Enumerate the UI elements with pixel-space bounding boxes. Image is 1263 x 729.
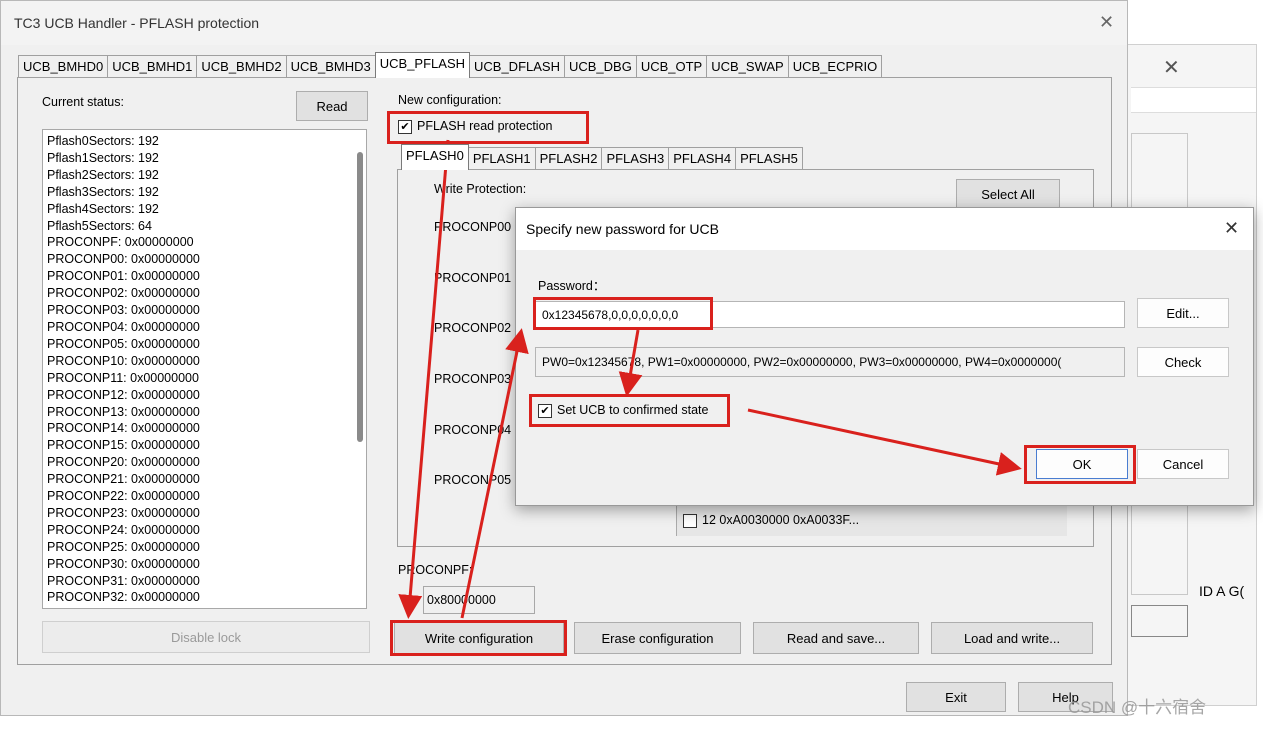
tab-ucb-bmhd0[interactable]: UCB_BMHD0 — [18, 55, 109, 78]
status-line: PROCONP32: 0x00000000 — [47, 590, 200, 605]
status-list[interactable]: Pflash0Sectors: 192 Pflash1Sectors: 192 Pf… — [42, 129, 367, 609]
status-line: PROCONP11: 0x00000000 — [47, 370, 199, 385]
proconpf-field[interactable]: 0x80000000 — [423, 586, 535, 614]
tab-ucb-otp[interactable]: UCB_OTP — [635, 55, 708, 78]
status-line: PROCONP21: 0x00000000 — [47, 472, 200, 487]
tab-ucb-dbg[interactable]: UCB_DBG — [563, 55, 637, 78]
tab-ucb-pflash[interactable]: UCB_PFLASH — [374, 52, 470, 78]
status-line: PROCONP04: 0x00000000 — [47, 319, 200, 334]
close-icon[interactable]: ✕ — [1099, 12, 1114, 33]
status-line: PROCONP22: 0x00000000 — [47, 489, 200, 504]
status-line: PROCONP14: 0x00000000 — [47, 421, 200, 436]
confirmed-state-checkbox[interactable]: ✔ Set UCB to confirmed state — [538, 403, 708, 418]
sector-row[interactable]: 12 0xA0030000 0xA0033F... — [683, 513, 859, 528]
title-bar: TC3 UCB Handler - PFLASH protection ✕ — [1, 1, 1127, 45]
tab-pflash2[interactable]: PFLASH2 — [534, 147, 603, 170]
status-lines: Pflash0Sectors: 192 Pflash1Sectors: 192 Pf… — [43, 130, 366, 606]
edit-button[interactable]: Edit... — [1137, 298, 1229, 328]
status-line: PROCONP24: 0x00000000 — [47, 522, 200, 537]
proconp04-label: PROCONP04 — [434, 423, 512, 437]
status-line: Pflash1Sectors: 192 — [47, 150, 159, 165]
watermark: CSDN @十六宿舍 — [1068, 698, 1207, 717]
tab-pflash5[interactable]: PFLASH5 — [735, 147, 803, 170]
current-status-label: Current status: — [42, 95, 124, 109]
proconpf-label: PROCONPF: — [398, 563, 473, 577]
password-dialog: Specify new password for UCB ✕ Password：… — [515, 207, 1254, 506]
tab-ucb-bmhd1[interactable]: UCB_BMHD1 — [107, 55, 198, 78]
tab-ucb-bmhd2[interactable]: UCB_BMHD2 — [196, 55, 287, 78]
checkbox-icon — [683, 513, 697, 528]
proconp01-label: PROCONP01 — [434, 271, 512, 285]
password-words-field: PW0=0x12345678, PW1=0x00000000, PW2=0x00… — [535, 347, 1125, 377]
select-all-button[interactable]: Select All — [956, 179, 1060, 209]
tab-ucb-bmhd3[interactable]: UCB_BMHD3 — [285, 55, 376, 78]
window-title: TC3 UCB Handler - PFLASH protection — [14, 15, 260, 31]
status-line: PROCONP10: 0x00000000 — [47, 353, 200, 368]
checkmark-icon: ✔ — [538, 403, 552, 418]
status-line: Pflash0Sectors: 192 — [47, 134, 159, 148]
close-icon[interactable]: ✕ — [1224, 218, 1239, 239]
proconpf-value: 0x80000000 — [427, 593, 496, 607]
ok-button[interactable]: OK — [1036, 449, 1128, 479]
erase-configuration-button[interactable]: Erase configuration — [574, 622, 741, 654]
status-line: PROCONP13: 0x00000000 — [47, 404, 200, 419]
tab-ucb-dflash[interactable]: UCB_DFLASH — [469, 55, 565, 78]
write-configuration-button[interactable]: Write configuration — [394, 622, 564, 654]
status-line: PROCONP03: 0x00000000 — [47, 303, 200, 318]
status-line: PROCONP31: 0x00000000 — [47, 573, 200, 588]
tab-ucb-ecprio[interactable]: UCB_ECPRIO — [787, 55, 883, 78]
proconp03-label: PROCONP03 — [434, 372, 512, 386]
status-line: PROCONPF: 0x00000000 — [47, 235, 194, 250]
read-and-save-button[interactable]: Read and save... — [753, 622, 919, 654]
status-line: PROCONP05: 0x00000000 — [47, 336, 200, 351]
tab-ucb-swap[interactable]: UCB_SWAP — [706, 55, 789, 78]
proconp05-label: PROCONP05 — [434, 473, 512, 487]
checkmark-icon: ✔ — [398, 119, 412, 134]
status-scrollbar[interactable] — [357, 152, 363, 442]
status-line: PROCONP00: 0x00000000 — [47, 252, 200, 267]
background-side-text: ID A G( — [1199, 583, 1245, 599]
pflash-read-protection-checkbox[interactable]: ✔ PFLASH read protection — [398, 119, 553, 134]
cancel-button[interactable]: Cancel — [1137, 449, 1229, 479]
password-label: Password： — [538, 279, 606, 293]
status-line: Pflash5Sectors: 64 — [47, 218, 152, 233]
new-config-label: New configuration: — [398, 93, 502, 107]
read-button[interactable]: Read — [296, 91, 368, 121]
status-line: PROCONP15: 0x00000000 — [47, 438, 200, 453]
dialog-title: Specify new password for UCB — [526, 221, 719, 237]
dialog-title-bar: Specify new password for UCB ✕ — [516, 208, 1253, 250]
load-and-write-button[interactable]: Load and write... — [931, 622, 1093, 654]
status-line: PROCONP20: 0x00000000 — [47, 455, 200, 470]
password-input[interactable]: 0x12345678,0,0,0,0,0,0,0 — [535, 301, 1125, 328]
status-line: Pflash2Sectors: 192 — [47, 167, 159, 182]
status-line: PROCONP02: 0x00000000 — [47, 286, 200, 301]
ucb-tab-strip: UCB_BMHD0 UCB_BMHD1 UCB_BMHD2 UCB_BMHD3 … — [18, 52, 883, 78]
status-line: PROCONP01: 0x00000000 — [47, 269, 200, 284]
status-line: PROCONP25: 0x00000000 — [47, 539, 200, 554]
disable-lock-button[interactable]: Disable lock — [42, 621, 370, 653]
proconp00-label: PROCONP00 — [434, 220, 512, 234]
tab-pflash1[interactable]: PFLASH1 — [467, 147, 536, 170]
tab-pflash0[interactable]: PFLASH0 — [401, 144, 469, 170]
pflash-tab-strip: PFLASH0 PFLASH1 PFLASH2 PFLASH3 PFLASH4 … — [401, 144, 803, 170]
check-button[interactable]: Check — [1137, 347, 1229, 377]
tab-pflash4[interactable]: PFLASH4 — [668, 147, 737, 170]
password-value: 0x12345678,0,0,0,0,0,0,0 — [542, 307, 679, 322]
exit-button[interactable]: Exit — [906, 682, 1006, 712]
status-line: PROCONP23: 0x00000000 — [47, 505, 200, 520]
write-protection-label: Write Protection: — [434, 182, 527, 196]
status-line: PROCONP12: 0x00000000 — [47, 387, 200, 402]
password-words: PW0=0x12345678, PW1=0x00000000, PW2=0x00… — [542, 355, 1062, 369]
tab-pflash3[interactable]: PFLASH3 — [601, 147, 670, 170]
status-line: PROCONP30: 0x00000000 — [47, 556, 200, 571]
status-line: Pflash4Sectors: 192 — [47, 201, 159, 216]
proconp02-label: PROCONP02 — [434, 321, 512, 335]
status-line: Pflash3Sectors: 192 — [47, 184, 159, 199]
close-icon[interactable]: ✕ — [1163, 55, 1180, 80]
